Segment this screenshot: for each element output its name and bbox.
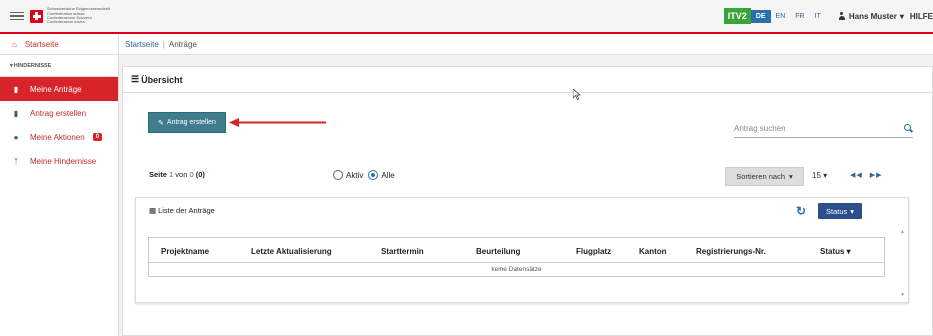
actions-count-badge: 0 [92, 133, 103, 141]
list-icon: ☰ [131, 74, 140, 84]
page-size-select[interactable]: 15 ▾ [812, 171, 827, 180]
filter-all-radio[interactable] [368, 170, 379, 180]
next-page-icon[interactable]: ▶▶ [870, 172, 883, 179]
sidebar-item-meine-hindernisse[interactable]: ᛉ Meine Hindernisse [0, 149, 118, 173]
refresh-icon[interactable]: ↻ [796, 204, 806, 218]
top-bar: Schweizerische Eidgenossenschaft Confédé… [0, 0, 933, 34]
lang-fr[interactable]: FR [790, 10, 809, 23]
breadcrumb-current: Anträge [168, 39, 197, 49]
chevron-down-icon: ▾ [789, 172, 793, 181]
table-empty-row: keine Datensätze [491, 266, 542, 273]
pagination-nav: ◀◀ ▶▶ [850, 171, 883, 179]
list-title: ▦ Liste der Anträge [149, 206, 215, 215]
annotation-arrow [229, 118, 326, 127]
lang-en[interactable]: EN [771, 10, 791, 23]
sidebar: ⌂ Startseite ▾ HINDERNISSE ▮ Meine Anträ… [0, 34, 119, 336]
column-header-beurteilung[interactable]: Beurteilung [476, 247, 520, 256]
sidebar-item-antrag-erstellen[interactable]: ▮ Antrag erstellen [0, 101, 118, 125]
scroll-down-icon[interactable]: ▼ [900, 292, 905, 298]
search-field[interactable]: Antrag suchen [734, 120, 913, 138]
document-icon: ▮ [13, 108, 19, 118]
lang-de[interactable]: DE [750, 9, 771, 23]
column-header-flugplatz[interactable]: Flugplatz [576, 247, 611, 256]
sidebar-item-home[interactable]: ⌂ Startseite [0, 34, 118, 55]
home-icon: ⌂ [12, 39, 17, 49]
breadcrumb: Startseite | Anträge [119, 34, 933, 55]
user-icon: ● [13, 132, 19, 142]
sidebar-item-meine-aktionen[interactable]: ● Meine Aktionen 0 [0, 125, 118, 149]
column-header-letzte-aktualisierung[interactable]: Letzte Aktualisierung [251, 247, 332, 256]
page-title: Übersicht [141, 74, 183, 85]
app-badge: ITV2 [723, 8, 751, 24]
breadcrumb-home[interactable]: Startseite [125, 40, 159, 49]
swiss-flag-logo [30, 9, 43, 23]
column-header-status[interactable]: Status ▾ [820, 247, 851, 256]
filter-active-radio[interactable] [333, 170, 343, 180]
table-header: Projektname Letzte Aktualisierung Startt… [149, 238, 884, 263]
previous-page-icon[interactable]: ◀◀ [850, 172, 863, 179]
breadcrumb-separator: | [162, 39, 165, 49]
column-header-starttermin[interactable]: Starttermin [381, 247, 424, 256]
column-header-registrierungs-nr[interactable]: Registrierungs-Nr. [696, 247, 766, 256]
user-icon [838, 12, 846, 20]
document-icon: ▮ [13, 84, 19, 94]
help-link[interactable]: HILFE [910, 12, 933, 21]
table-icon: ▦ [149, 206, 157, 215]
scroll-up-icon[interactable]: ▲ [900, 229, 905, 235]
column-header-kanton[interactable]: Kanton [639, 247, 667, 256]
applications-table: Projektname Letzte Aktualisierung Startt… [148, 237, 885, 277]
pagination-info: Seite 1 von 0 (0) [149, 170, 205, 179]
lang-it[interactable]: IT [810, 10, 826, 23]
sidebar-section-hindernisse[interactable]: ▾ HINDERNISSE [0, 55, 118, 77]
sort-dropdown[interactable]: Sortieren nach ▾ [725, 167, 804, 186]
filter-all-label[interactable]: Alle [381, 171, 394, 180]
search-input[interactable]: Antrag suchen [734, 124, 786, 133]
edit-icon: ✎ [158, 119, 164, 127]
panel-header: ☰ Übersicht [123, 67, 932, 93]
filter-active-label[interactable]: Aktiv [346, 171, 363, 180]
chevron-down-icon: ▾ [899, 11, 904, 21]
user-name: Hans Muster [848, 11, 897, 21]
status-filter-button[interactable]: Status ▾ [818, 203, 862, 219]
chevron-down-icon: ▾ [10, 62, 13, 69]
sidebar-item-meine-antraege[interactable]: ▮ Meine Anträge [0, 77, 118, 101]
search-icon[interactable] [904, 124, 913, 133]
chevron-down-icon: ▾ [823, 171, 828, 180]
hamburger-menu-icon[interactable] [10, 11, 24, 21]
chevron-down-icon: ▾ [850, 206, 855, 216]
create-application-button[interactable]: ✎ Antrag erstellen [148, 112, 226, 133]
filter-radio-group: Aktiv Alle [333, 170, 395, 180]
mouse-cursor-icon [573, 89, 581, 100]
user-menu[interactable]: Hans Muster ▾ [838, 12, 904, 21]
antenna-icon: ᛉ [13, 156, 19, 166]
confederation-label: Schweizerische Eidgenossenschaft Confédé… [47, 6, 110, 25]
column-header-projektname[interactable]: Projektname [161, 247, 209, 256]
